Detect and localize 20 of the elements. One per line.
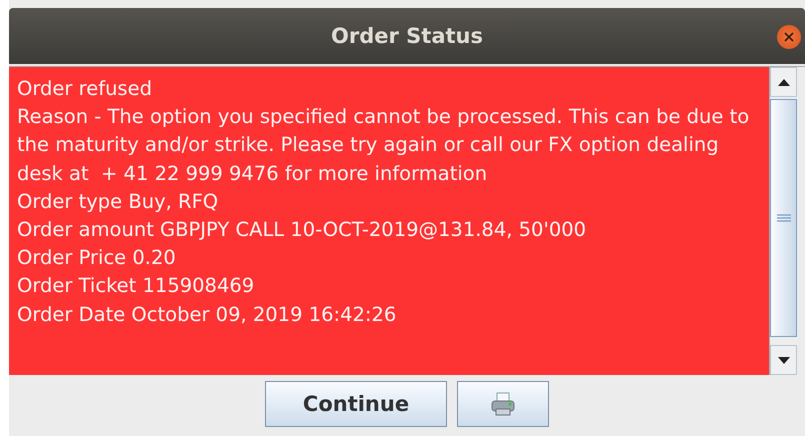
message-line: Order Date October 09, 2019 16:42:26 <box>17 302 398 328</box>
up-arrow-icon <box>778 78 790 86</box>
scroll-thumb[interactable] <box>770 99 797 337</box>
down-arrow-icon <box>778 356 790 364</box>
message-line: Order type Buy, RFQ <box>17 188 220 215</box>
scroll-up-button[interactable] <box>770 67 797 97</box>
printer-icon <box>490 392 516 416</box>
grip-icon <box>776 214 790 222</box>
message-line: Order amount GBPJPY CALL 10-OCT-2019@131.84, 50'000 <box>17 217 588 244</box>
message-line: Reason - The option you specified cannot be processed. This can be due to the maturity and/or strike. Please try again or call our FX option dealing desk at + 41 22 999 9476 for more information <box>17 104 750 187</box>
window-title: Order Status <box>331 24 483 48</box>
message-line: Order Ticket 115908469 <box>17 273 256 300</box>
scrollbar[interactable] <box>769 67 797 375</box>
scroll-down-button[interactable] <box>770 345 797 375</box>
print-button[interactable] <box>457 380 549 426</box>
message-line: Order Price 0.20 <box>17 245 177 272</box>
close-icon <box>784 32 794 42</box>
close-button[interactable] <box>777 25 801 49</box>
continue-button[interactable]: Continue <box>265 380 447 426</box>
message-line: Order refused <box>17 76 153 102</box>
